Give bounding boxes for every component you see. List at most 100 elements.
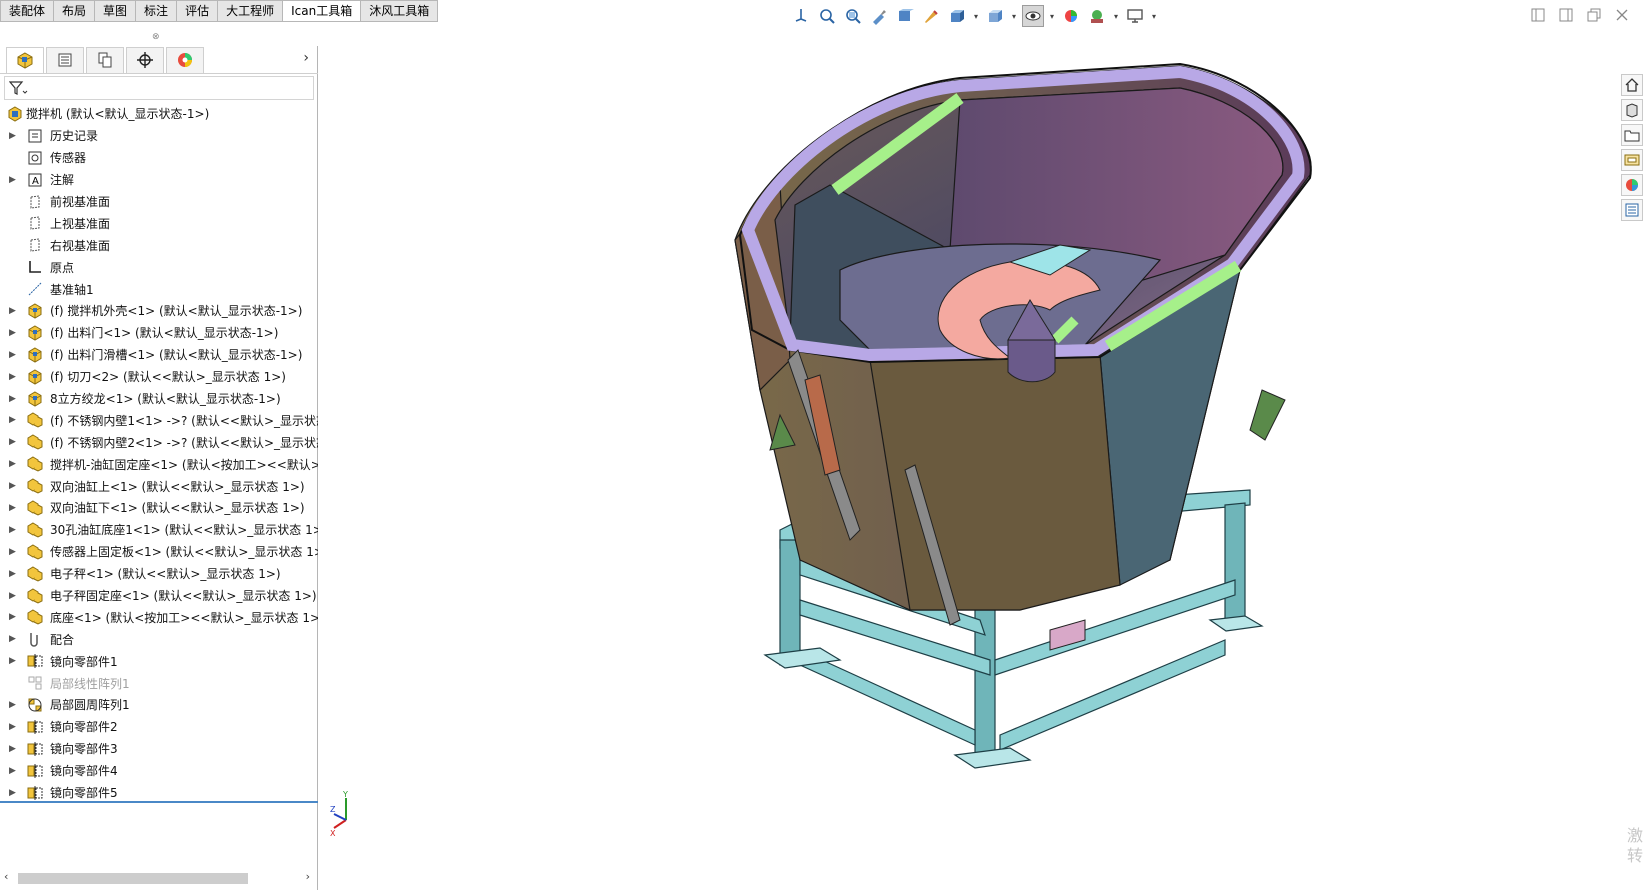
appearances-icon[interactable] bbox=[1621, 174, 1643, 196]
expand-arrow-icon[interactable]: ▶ bbox=[9, 350, 19, 360]
tree-item[interactable]: ▶ 传感器上固定板<1> (默认<<默认>_显示状态 1>) bbox=[0, 541, 318, 563]
close-window-icon[interactable] bbox=[1613, 6, 1631, 24]
tree-item[interactable]: ▶ 双向油缸下<1> (默认<<默认>_显示状态 1>) bbox=[0, 497, 318, 519]
scroll-left-icon[interactable]: ‹ bbox=[4, 870, 8, 883]
panel-splitter[interactable] bbox=[0, 801, 318, 803]
restore-window-icon[interactable] bbox=[1585, 6, 1603, 24]
dimxpert-tab[interactable] bbox=[126, 46, 164, 73]
edit-appearance-icon[interactable] bbox=[1060, 5, 1082, 27]
expand-arrow-icon[interactable]: ▶ bbox=[9, 656, 19, 666]
tile-left-icon[interactable] bbox=[1529, 6, 1547, 24]
hide-show-items-icon[interactable] bbox=[1022, 5, 1044, 27]
expand-arrow-icon[interactable]: ▶ bbox=[9, 131, 19, 141]
expand-arrow-icon[interactable]: ▶ bbox=[9, 175, 19, 185]
tree-item[interactable]: ▶ 30孔油缸底座1<1> (默认<<默认>_显示状态 1>) bbox=[0, 519, 318, 541]
expand-arrow-icon[interactable]: ▶ bbox=[9, 306, 19, 316]
view-palette-icon[interactable] bbox=[1621, 149, 1643, 171]
dropdown-caret-icon[interactable]: ▾ bbox=[1048, 12, 1056, 21]
expand-arrow-icon[interactable]: ▶ bbox=[9, 744, 19, 754]
tree-item[interactable]: ▶ (f) 不锈钢内壁2<1> ->? (默认<<默认>_显示状态 bbox=[0, 431, 318, 453]
dropdown-caret-icon[interactable]: ▾ bbox=[1112, 12, 1120, 21]
dropdown-caret-icon[interactable]: ▾ bbox=[972, 12, 980, 21]
expand-arrow-icon[interactable]: ▶ bbox=[9, 503, 19, 513]
tree-item[interactable]: ▶ (f) 搅拌机外壳<1> (默认<默认_显示状态-1>) bbox=[0, 300, 318, 322]
tree-item[interactable]: ▶ (f) 切刀<2> (默认<<默认>_显示状态 1>) bbox=[0, 366, 318, 388]
expand-arrow-icon[interactable]: ▶ bbox=[9, 328, 19, 338]
tree-item[interactable]: ▶ (f) 不锈钢内壁1<1> ->? (默认<<默认>_显示状态 bbox=[0, 409, 318, 431]
command-tab[interactable]: 大工程师 bbox=[218, 0, 284, 22]
expand-arrow-icon[interactable]: ▶ bbox=[9, 591, 19, 601]
command-tab[interactable]: 评估 bbox=[177, 0, 219, 22]
expand-arrow-icon[interactable]: ▶ bbox=[9, 459, 19, 469]
section-view-icon[interactable] bbox=[894, 5, 916, 27]
panel-scroll-right-icon[interactable]: › bbox=[303, 50, 309, 66]
command-tab[interactable]: 标注 bbox=[136, 0, 178, 22]
command-tab[interactable]: 布局 bbox=[54, 0, 96, 22]
panel-grip-icon[interactable]: ⊗ bbox=[152, 32, 160, 42]
tree-item[interactable]: ▶ A 注解 bbox=[0, 169, 318, 191]
display-style-icon[interactable] bbox=[984, 5, 1006, 27]
file-explorer-icon[interactable] bbox=[1621, 124, 1643, 146]
custom-properties-icon[interactable] bbox=[1621, 199, 1643, 221]
tree-item[interactable]: ▶ 镜向零部件4 bbox=[0, 760, 318, 782]
tree-item[interactable]: ▶ 底座<1> (默认<按加工><<默认>_显示状态 1>) bbox=[0, 606, 318, 628]
design-library-icon[interactable] bbox=[1621, 99, 1643, 121]
scroll-right-icon[interactable]: › bbox=[306, 870, 310, 883]
tree-item[interactable]: 前视基准面 bbox=[0, 191, 318, 213]
configurationmanager-tab[interactable] bbox=[86, 46, 124, 73]
tree-item[interactable]: 局部线性阵列1 bbox=[0, 672, 318, 694]
tree-item[interactable]: 基准轴1 bbox=[0, 278, 318, 300]
view-orientation-menu-icon[interactable] bbox=[946, 5, 968, 27]
featuremanager-tab[interactable] bbox=[6, 46, 44, 73]
expand-arrow-icon[interactable]: ▶ bbox=[9, 612, 19, 622]
tree-item[interactable]: ▶ 搅拌机-油缸固定座<1> (默认<按加工><<默认>_ bbox=[0, 453, 318, 475]
tile-right-icon[interactable] bbox=[1557, 6, 1575, 24]
previous-view-icon[interactable] bbox=[868, 5, 890, 27]
view-settings-icon[interactable] bbox=[1124, 5, 1146, 27]
expand-arrow-icon[interactable]: ▶ bbox=[9, 525, 19, 535]
expand-arrow-icon[interactable]: ▶ bbox=[9, 700, 19, 710]
tree-item[interactable]: ▶ 电子秤<1> (默认<<默认>_显示状态 1>) bbox=[0, 563, 318, 585]
tree-item[interactable]: ▶ 8立方绞龙<1> (默认<默认_显示状态-1>) bbox=[0, 388, 318, 410]
tree-item[interactable]: 上视基准面 bbox=[0, 212, 318, 234]
tree-item[interactable]: 传感器 bbox=[0, 147, 318, 169]
graphics-viewport[interactable] bbox=[320, 28, 1620, 890]
dropdown-caret-icon[interactable]: ▾ bbox=[1150, 12, 1158, 21]
expand-arrow-icon[interactable]: ▶ bbox=[9, 481, 19, 491]
expand-arrow-icon[interactable]: ▶ bbox=[9, 394, 19, 404]
tree-item[interactable]: ▶ 镜向零部件1 bbox=[0, 650, 318, 672]
view-orientation-icon[interactable] bbox=[790, 5, 812, 27]
home-icon[interactable] bbox=[1621, 74, 1643, 96]
tree-item[interactable]: 原点 bbox=[0, 256, 318, 278]
tree-item[interactable]: ▶ 双向油缸上<1> (默认<<默认>_显示状态 1>) bbox=[0, 475, 318, 497]
tree-item[interactable]: ▶ (f) 出料门<1> (默认<默认_显示状态-1>) bbox=[0, 322, 318, 344]
propertymanager-tab[interactable] bbox=[46, 46, 84, 73]
expand-arrow-icon[interactable]: ▶ bbox=[9, 415, 19, 425]
display-manager-tab[interactable] bbox=[166, 46, 204, 73]
horizontal-scrollbar[interactable]: ‹ › bbox=[4, 870, 314, 886]
expand-arrow-icon[interactable]: ▶ bbox=[9, 722, 19, 732]
apply-scene-icon[interactable] bbox=[1086, 5, 1108, 27]
tree-item[interactable]: ▶ (f) 出料门滑槽<1> (默认<默认_显示状态-1>) bbox=[0, 344, 318, 366]
tree-item[interactable]: ▶ 局部圆周阵列1 bbox=[0, 694, 318, 716]
command-tab[interactable]: 装配体 bbox=[0, 0, 55, 22]
expand-arrow-icon[interactable]: ▶ bbox=[9, 437, 19, 447]
expand-arrow-icon[interactable]: ▶ bbox=[9, 569, 19, 579]
tree-item[interactable]: ▶ 镜向零部件3 bbox=[0, 738, 318, 760]
scrollbar-thumb[interactable] bbox=[18, 873, 248, 884]
expand-arrow-icon[interactable]: ▶ bbox=[9, 788, 19, 798]
command-tab[interactable]: 草图 bbox=[95, 0, 137, 22]
tree-item[interactable]: 右视基准面 bbox=[0, 234, 318, 256]
zoom-to-fit-icon[interactable] bbox=[816, 5, 838, 27]
zoom-to-area-icon[interactable] bbox=[842, 5, 864, 27]
tree-item[interactable]: ▶ 镜向零部件2 bbox=[0, 716, 318, 738]
tree-root-assembly[interactable]: 搅拌机 (默认<默认_显示状态-1>) bbox=[0, 103, 318, 125]
dynamic-annotation-icon[interactable] bbox=[920, 5, 942, 27]
tree-filter-bar[interactable] bbox=[4, 76, 314, 100]
command-tab[interactable]: Ican工具箱 bbox=[283, 0, 362, 22]
command-tab[interactable]: 沐风工具箱 bbox=[361, 0, 439, 22]
tree-item[interactable]: ▶ 电子秤固定座<1> (默认<<默认>_显示状态 1>) bbox=[0, 585, 318, 607]
expand-arrow-icon[interactable]: ▶ bbox=[9, 372, 19, 382]
expand-arrow-icon[interactable]: ▶ bbox=[9, 766, 19, 776]
expand-arrow-icon[interactable]: ▶ bbox=[9, 547, 19, 557]
